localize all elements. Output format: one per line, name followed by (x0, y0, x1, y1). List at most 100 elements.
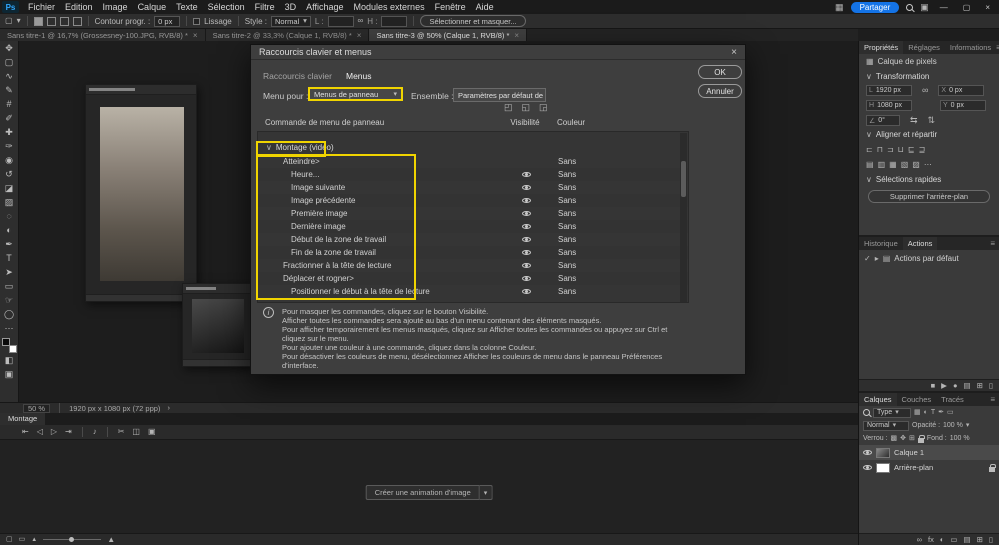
tab-calques[interactable]: Calques (859, 393, 897, 406)
audio-icon[interactable]: ♪ (93, 428, 97, 436)
table-row[interactable]: Positionner le début à la tête de lectur… (258, 285, 688, 298)
link-icon[interactable]: ∞ (922, 86, 928, 95)
table-scrollbar[interactable] (680, 133, 687, 303)
menu-selection[interactable]: Sélection (203, 0, 250, 14)
layer-effects-icon[interactable]: fx (928, 536, 934, 544)
visibility-cell[interactable] (498, 250, 554, 255)
color-cell[interactable]: Sans (554, 235, 688, 244)
flip-vertical-icon[interactable]: ⇅ (928, 116, 936, 125)
visibility-eye-icon[interactable] (863, 465, 872, 470)
table-row[interactable]: Fractionner à la tête de lecture Sans (258, 259, 688, 272)
tab-raccourcis-clavier[interactable]: Raccourcis clavier (263, 71, 332, 81)
visibility-cell[interactable] (498, 237, 554, 242)
minimize-button[interactable]: — (936, 3, 952, 12)
align-top-icon[interactable]: ⊔ (898, 145, 904, 154)
selection-intersect-icon[interactable] (73, 17, 82, 26)
visibility-cell[interactable] (498, 185, 554, 190)
visibility-cell[interactable] (498, 289, 554, 294)
adjustment-layer-icon[interactable]: ◐ (940, 536, 945, 544)
table-row[interactable]: Déplacer et rogner> Sans (258, 272, 688, 285)
menu-for-dropdown[interactable]: Menus de panneau ▾ (308, 87, 403, 101)
split-clip-icon[interactable]: ✂ (118, 428, 125, 436)
crop-tool-icon[interactable]: # (0, 97, 18, 111)
fill-value[interactable]: 100 % (950, 435, 970, 442)
record-icon[interactable]: ● (953, 382, 958, 390)
foreground-color-swatch[interactable] (2, 338, 10, 346)
dialog-titlebar[interactable]: Raccourcis clavier et menus × (251, 45, 745, 60)
window-titlebar[interactable] (86, 85, 196, 95)
color-cell[interactable]: Sans (554, 274, 688, 283)
selection-add-icon[interactable] (47, 17, 56, 26)
path-selection-tool-icon[interactable]: ➤ (0, 265, 18, 279)
visibility-eye-icon[interactable] (522, 198, 531, 203)
menu-modules-externes[interactable]: Modules externes (349, 0, 430, 14)
color-cell[interactable]: Sans (554, 287, 688, 296)
marquee-tool-icon[interactable]: ▢ (0, 55, 18, 69)
cancel-button[interactable]: Annuler (698, 84, 742, 98)
type-tool-icon[interactable]: T (0, 251, 18, 265)
table-row[interactable]: Début de la zone de travail Sans (258, 233, 688, 246)
lock-artboard-icon[interactable]: ⊞ (909, 435, 915, 442)
quick-actions-header[interactable]: ∨ Sélections rapides (859, 172, 999, 187)
edit-toolbar-icon[interactable]: ⋯ (0, 321, 18, 335)
brush-tool-icon[interactable]: ✑ (0, 139, 18, 153)
flip-horizontal-icon[interactable]: ⇆ (910, 116, 918, 125)
timeline-view-icon[interactable]: ▭ (19, 536, 26, 543)
menu-texte[interactable]: Texte (171, 0, 203, 14)
visibility-eye-icon[interactable] (522, 185, 531, 190)
delete-layer-icon[interactable]: ▯ (989, 536, 993, 544)
visibility-eye-icon[interactable] (522, 211, 531, 216)
table-row[interactable]: Fin de la zone de travail Sans (258, 246, 688, 259)
set-dropdown[interactable]: Paramètres par défaut de Ph... ▾ (453, 88, 546, 102)
table-row[interactable]: Heure... Sans (258, 168, 688, 181)
antialias-checkbox[interactable] (193, 18, 200, 25)
close-tab-icon[interactable]: × (193, 31, 198, 40)
align-bottom-icon[interactable]: ⊒ (919, 145, 926, 154)
move-tool-icon[interactable]: ✥ (0, 41, 18, 55)
hand-tool-icon[interactable]: ☞ (0, 293, 18, 307)
panel-menu-icon[interactable]: ≡ (990, 239, 999, 248)
table-row[interactable]: Première image Sans (258, 207, 688, 220)
color-cell[interactable]: Sans (554, 209, 688, 218)
visibility-eye-icon[interactable] (863, 450, 872, 455)
healing-brush-tool-icon[interactable]: ✚ (0, 125, 18, 139)
menu-filtre[interactable]: Filtre (250, 0, 280, 14)
menu-fenetre[interactable]: Fenêtre (430, 0, 471, 14)
share-button[interactable]: Partager (851, 2, 900, 13)
history-brush-tool-icon[interactable]: ↺ (0, 167, 18, 181)
menu-aide[interactable]: Aide (471, 0, 499, 14)
play-icon[interactable]: ▷ (51, 428, 57, 436)
menu-image[interactable]: Image (98, 0, 133, 14)
tab-menus[interactable]: Menus (346, 71, 372, 81)
style-dropdown[interactable]: Normal ▾ (271, 16, 311, 27)
quick-mask-icon[interactable]: ◧ (0, 353, 18, 367)
zoom-tool-icon[interactable]: ◯ (0, 307, 18, 321)
visibility-eye-icon[interactable] (522, 172, 531, 177)
tab-montage[interactable]: Montage (0, 413, 45, 425)
caret-down-icon[interactable]: ▾ (966, 422, 970, 429)
tab-reglages[interactable]: Réglages (903, 41, 945, 54)
create-frame-animation-button[interactable]: Créer une animation d'image (366, 485, 480, 500)
color-swatches[interactable] (2, 338, 17, 353)
height-input[interactable] (381, 16, 407, 27)
link-layers-icon[interactable]: ∞ (917, 536, 922, 544)
blur-tool-icon[interactable]: ◌ (0, 209, 18, 223)
y-field[interactable]: Y 0 px (940, 100, 986, 111)
close-tab-icon[interactable]: × (357, 31, 362, 40)
remove-background-button[interactable]: Supprimer l'arrière-plan (868, 190, 990, 203)
create-animation-caret-icon[interactable]: ▾ (480, 485, 493, 500)
save-set-as-icon[interactable]: ◱ (522, 102, 531, 113)
eraser-tool-icon[interactable]: ◪ (0, 181, 18, 195)
height-field[interactable]: H 1080 px (866, 100, 912, 111)
quick-selection-tool-icon[interactable]: ✎ (0, 83, 18, 97)
selection-new-icon[interactable] (34, 17, 43, 26)
table-row[interactable]: Image suivante Sans (258, 181, 688, 194)
stop-icon[interactable]: ■ (931, 382, 936, 390)
select-and-mask-button[interactable]: Sélectionner et masquer... (420, 15, 525, 27)
shape-tool-icon[interactable]: ▭ (0, 279, 18, 293)
filter-type-icon[interactable]: T (931, 409, 935, 416)
dodge-tool-icon[interactable]: ◐ (0, 223, 18, 237)
close-tab-icon[interactable]: × (514, 31, 519, 40)
document-window-1[interactable] (85, 84, 197, 302)
align-right-icon[interactable]: ⊐ (887, 145, 894, 154)
